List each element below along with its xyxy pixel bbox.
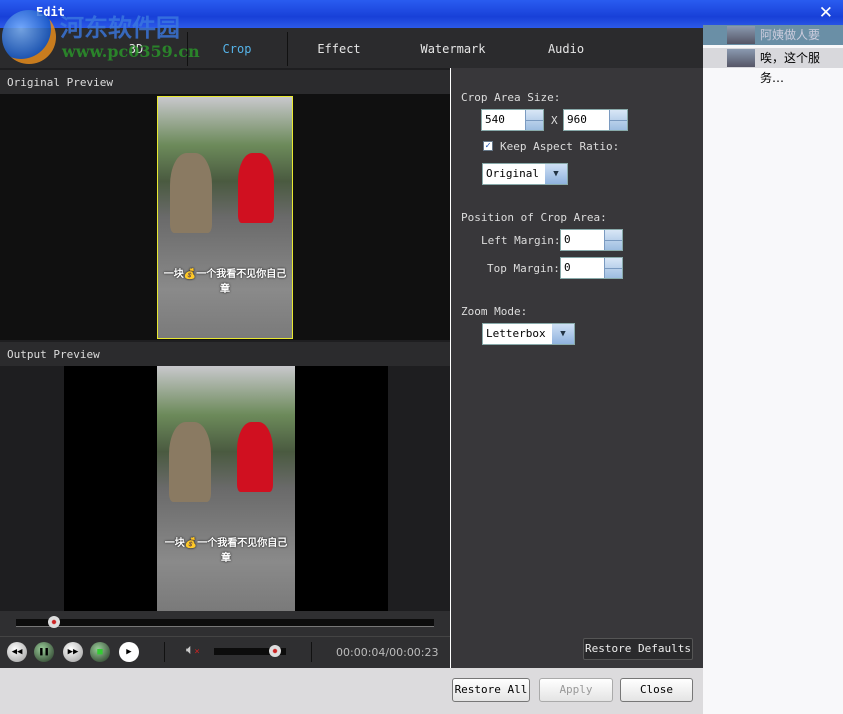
crop-width-input[interactable]: 540 (481, 109, 544, 131)
divider (164, 642, 165, 662)
seek-area (0, 611, 450, 636)
keep-aspect-checkbox[interactable]: ✓ (483, 141, 493, 151)
keep-aspect-label: Keep Aspect Ratio: (500, 140, 620, 153)
chevron-down-icon: ▼ (545, 164, 567, 184)
rewind-icon[interactable]: ◀◀ (7, 642, 27, 662)
tab-effect[interactable]: Effect (289, 28, 389, 68)
tab-watermark[interactable]: Watermark (403, 28, 503, 68)
divider (287, 32, 288, 66)
x-label: X (551, 114, 558, 127)
next-frame-icon[interactable]: ▶ (119, 642, 139, 662)
crop-position-label: Position of Crop Area: (461, 211, 607, 224)
top-margin-input[interactable]: 0 (560, 257, 623, 279)
crop-height-value: 960 (567, 113, 587, 126)
zoom-mode-select[interactable]: Letterbox ▼ (482, 323, 575, 345)
tab-crop[interactable]: Crop (187, 28, 287, 68)
thumbnail (727, 49, 755, 67)
list-item[interactable]: 唉，这个服务… (703, 48, 843, 85)
left-margin-input[interactable]: 0 (560, 229, 623, 251)
output-preview: 一块💰一个我看不见你自己 章 (0, 366, 450, 611)
crop-height-input[interactable]: 960 (563, 109, 628, 131)
spinner-arrows[interactable] (604, 258, 622, 278)
restore-all-button[interactable]: Restore All (452, 678, 530, 702)
top-margin-value: 0 (564, 261, 571, 274)
output-video: 一块💰一个我看不见你自己 章 (157, 366, 295, 611)
crop-width-value: 540 (485, 113, 505, 126)
close-window-button[interactable]: ✕ (819, 3, 833, 23)
time-display: 00:00:04/00:00:23 (336, 646, 439, 659)
watermark-text: 河东软件园 (60, 13, 180, 42)
mute-speaker-icon[interactable]: 🔈︎× (186, 642, 200, 658)
fast-forward-icon[interactable]: ▶▶ (63, 642, 83, 662)
divider (311, 642, 312, 662)
crop-settings-panel: Crop Area Size: 540 X 960 ✓ Keep Aspect … (451, 68, 703, 668)
crop-frame[interactable]: 一块💰一个我看不见你自己 章 (157, 96, 293, 339)
original-preview-label: Original Preview (0, 70, 450, 94)
thumbnail (727, 26, 755, 44)
video-subtitle: 章 (221, 553, 231, 564)
list-item[interactable]: 阿姨做人要诚… (703, 25, 843, 62)
aspect-ratio-select[interactable]: Original ▼ (482, 163, 568, 185)
seek-handle[interactable] (47, 616, 60, 628)
preview-panel: Original Preview 一块💰一个我看不见你自己 章 Output P… (0, 68, 450, 668)
background-window-list: 阿姨做人要诚… 唉，这个服务… (703, 25, 843, 714)
bottom-bar: Restore All Apply Close (0, 668, 703, 714)
video-subtitle: 一块💰一个我看不见你自己 (164, 538, 288, 549)
top-margin-label: Top Margin: (487, 262, 560, 275)
output-preview-label: Output Preview (0, 342, 450, 366)
video-subtitle: 章 (220, 284, 230, 295)
list-item-text: 唉，这个服务… (760, 51, 821, 85)
watermark-logo (2, 10, 56, 64)
aspect-ratio-value: Original (486, 167, 539, 180)
video-person (238, 153, 274, 223)
left-margin-value: 0 (564, 233, 571, 246)
zoom-mode-value: Letterbox (486, 327, 546, 340)
zoom-mode-label: Zoom Mode: (461, 305, 528, 318)
seek-bar[interactable] (16, 619, 434, 627)
left-margin-label: Left Margin: (481, 234, 561, 247)
video-person (169, 422, 211, 502)
close-button[interactable]: Close (620, 678, 693, 702)
video-person (170, 153, 212, 233)
tab-audio[interactable]: Audio (516, 28, 616, 68)
video-subtitle: 一块💰一个我看不见你自己 (163, 269, 287, 280)
spinner-arrows[interactable] (525, 110, 543, 130)
spinner-arrows[interactable] (604, 230, 622, 250)
original-preview: 一块💰一个我看不见你自己 章 (0, 94, 450, 340)
chevron-down-icon: ▼ (552, 324, 574, 344)
watermark-url: www.pc0359.cn (62, 42, 200, 61)
stop-icon[interactable]: ■ (90, 642, 110, 662)
spinner-arrows[interactable] (609, 110, 627, 130)
restore-defaults-button[interactable]: Restore Defaults (583, 638, 693, 660)
crop-area-size-label: Crop Area Size: (461, 91, 561, 104)
video-person (237, 422, 273, 492)
pause-icon[interactable]: ❚❚ (34, 642, 54, 662)
apply-button[interactable]: Apply (539, 678, 613, 702)
